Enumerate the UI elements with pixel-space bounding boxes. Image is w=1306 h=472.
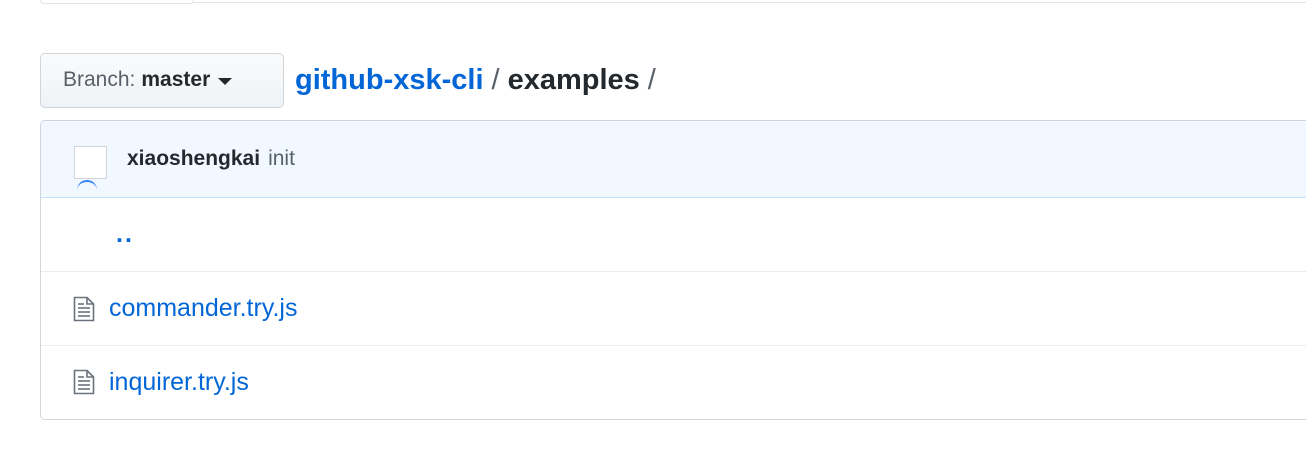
branch-name: master: [141, 68, 211, 91]
breadcrumb: github-xsk-cli / examples /: [295, 64, 664, 97]
list-item: ..: [41, 198, 1306, 272]
breadcrumb-current-dir: examples: [507, 63, 640, 96]
file-link[interactable]: inquirer.try.js: [109, 368, 249, 397]
avatar[interactable]: [74, 145, 107, 182]
file-link[interactable]: commander.try.js: [109, 294, 297, 323]
breadcrumb-separator: /: [491, 63, 500, 96]
active-tab-edge: [40, 0, 194, 4]
tab-divider: [193, 2, 1306, 3]
parent-directory-link[interactable]: ..: [116, 220, 134, 249]
file-navigation: Branch: master github-xsk-cli / examples…: [40, 52, 664, 108]
commit-message-link[interactable]: init: [268, 147, 295, 171]
file-list: xiaoshengkai init .. commander.try.js in…: [40, 120, 1306, 420]
file-text-icon: [73, 369, 95, 395]
loading-spinner-icon: [77, 179, 97, 190]
list-item: commander.try.js: [41, 272, 1306, 346]
branch-select-button[interactable]: Branch: master: [40, 52, 284, 108]
list-item: inquirer.try.js: [41, 346, 1306, 418]
breadcrumb-repo-link[interactable]: github-xsk-cli: [295, 64, 484, 97]
top-tab-strip: [0, 0, 1306, 5]
caret-down-icon: [218, 77, 233, 85]
breadcrumb-trailing-separator: /: [647, 63, 656, 96]
latest-commit-bar: xiaoshengkai init: [41, 121, 1306, 198]
commit-author-link[interactable]: xiaoshengkai: [127, 147, 260, 171]
branch-prefix-label: Branch:: [63, 68, 136, 91]
file-text-icon: [73, 296, 95, 322]
